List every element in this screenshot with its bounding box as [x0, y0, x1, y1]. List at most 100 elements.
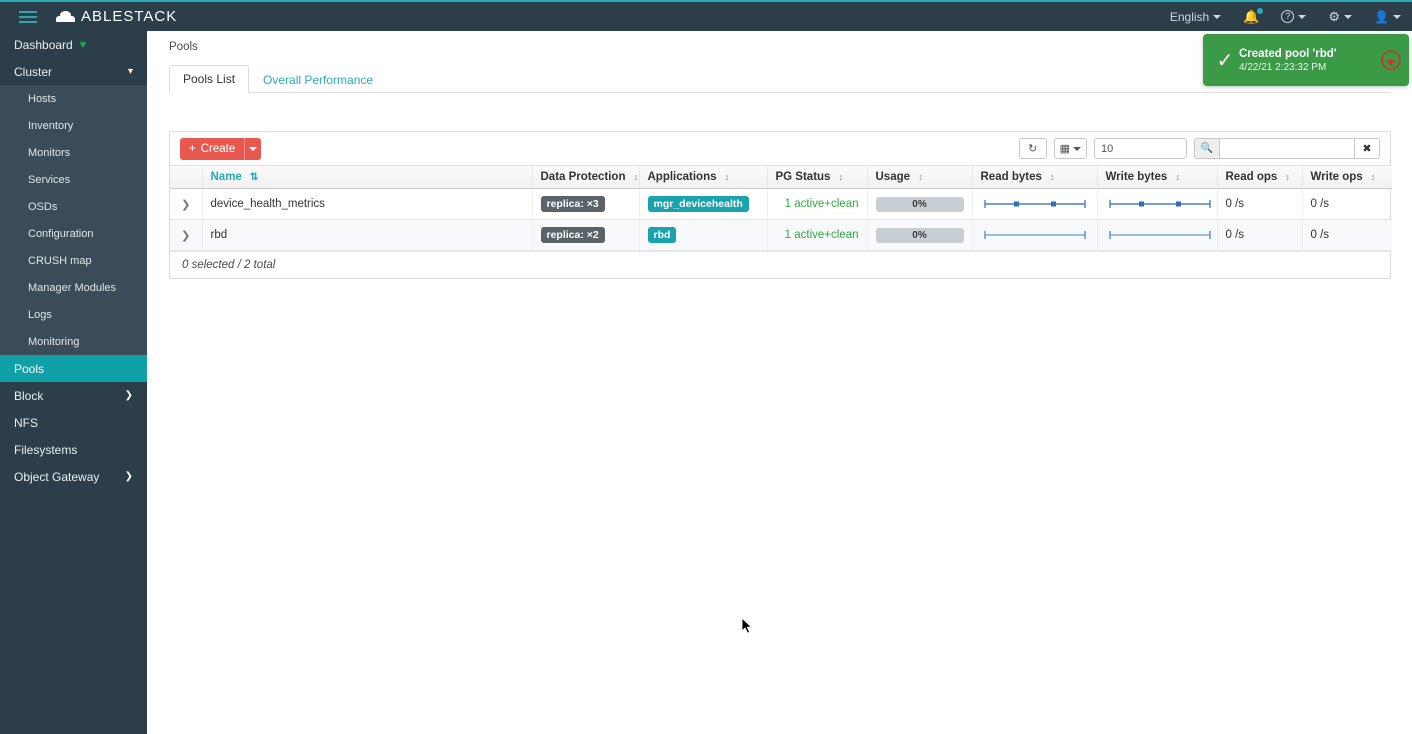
chevron-down-icon — [1213, 14, 1222, 19]
cell-name: device_health_metrics — [202, 188, 533, 220]
column-selector-button[interactable]: ▦ — [1053, 138, 1087, 159]
ceph-logo-icon — [1381, 50, 1401, 70]
usage-value: 0% — [912, 229, 927, 241]
sidebar-item-configuration[interactable]: Configuration — [0, 220, 147, 247]
col-applications-label: Applications — [647, 171, 717, 183]
page-limit-input[interactable] — [1094, 138, 1187, 159]
sidebar-item-inventory[interactable]: Inventory — [0, 112, 147, 139]
user-menu[interactable]: 👤 — [1363, 1, 1412, 32]
header-actions: English 🔔 ? ⚙ 👤 — [1159, 1, 1412, 32]
application-badge: mgr_devicehealth — [647, 196, 749, 212]
hamburger-icon[interactable] — [0, 1, 56, 32]
sidebar-item-nfs[interactable]: NFS — [0, 409, 147, 436]
sidebar-item-object-gateway[interactable]: Object Gateway ❯ — [0, 463, 147, 490]
sidebar-item-label: Pools — [14, 361, 45, 376]
col-write-ops[interactable]: Write ops ↕ — [1302, 166, 1392, 189]
row-expander-cell[interactable]: ❯ — [170, 219, 203, 251]
cell-applications: rbd — [639, 219, 768, 251]
sidebar-item-label: OSDs — [28, 200, 58, 213]
language-selector[interactable]: English — [1159, 1, 1232, 32]
cell-pg-status: 1 active+clean — [767, 219, 868, 251]
sidebar-navigation: Dashboard ♥ Cluster ▾ Hosts Inventory Mo… — [0, 31, 147, 734]
write-bytes-sparkline — [1108, 200, 1211, 208]
create-button[interactable]: + Create — [180, 137, 245, 160]
row-expander-cell[interactable]: ❯ — [170, 188, 203, 220]
cell-write-bytes — [1097, 188, 1218, 220]
table-footer-status: 0 selected / 2 total — [170, 251, 1390, 278]
cell-write-ops: 0 /s — [1302, 219, 1392, 251]
clear-search-button[interactable]: ✖ — [1354, 138, 1380, 159]
tab-pools-list[interactable]: Pools List — [169, 65, 250, 93]
cell-data-protection: replica: ×2 — [532, 219, 640, 251]
refresh-button[interactable]: ↻ — [1018, 138, 1047, 159]
chevron-down-icon — [249, 146, 258, 151]
sidebar-item-label: Dashboard — [14, 37, 73, 52]
cell-read-ops: 0 /s — [1217, 219, 1303, 251]
sidebar-item-label: Configuration — [28, 227, 94, 240]
user-icon: 👤 — [1374, 9, 1389, 24]
sidebar-item-monitoring[interactable]: Monitoring — [0, 328, 147, 355]
cell-data-protection: replica: ×3 — [532, 188, 640, 220]
sidebar-item-label: Cluster — [14, 64, 53, 79]
sidebar-item-label: Logs — [28, 308, 52, 321]
sidebar-item-label: Monitors — [28, 146, 71, 159]
sort-icon: ↕ — [633, 172, 639, 182]
search-input[interactable] — [1219, 138, 1354, 159]
chevron-right-icon[interactable]: ❯ — [181, 230, 190, 242]
sidebar-item-dashboard[interactable]: Dashboard ♥ — [0, 31, 147, 58]
sidebar-item-label: Manager Modules — [28, 281, 117, 294]
col-applications[interactable]: Applications ↕ — [639, 166, 768, 189]
col-read-ops[interactable]: Read ops ↕ — [1217, 166, 1303, 189]
table-row[interactable]: ❯ device_health_metrics replica: ×3 mgr_… — [170, 188, 1392, 220]
sidebar-item-crush-map[interactable]: CRUSH map — [0, 247, 147, 274]
sidebar-item-hosts[interactable]: Hosts — [0, 85, 147, 112]
sidebar-item-block[interactable]: Block ❯ — [0, 382, 147, 409]
help-menu[interactable]: ? — [1270, 1, 1317, 32]
cell-pg-status: 1 active+clean — [767, 188, 868, 220]
sidebar-item-monitors[interactable]: Monitors — [0, 139, 147, 166]
sidebar-item-logs[interactable]: Logs — [0, 301, 147, 328]
brand-logo: ABLESTACK — [56, 8, 177, 25]
col-data-protection-label: Data Protection — [540, 171, 626, 183]
cloud-icon — [56, 11, 75, 22]
col-name[interactable]: Name ⇅ — [202, 166, 533, 189]
sidebar-item-pools[interactable]: Pools — [0, 355, 147, 382]
read-bytes-sparkline — [983, 231, 1086, 239]
usage-progress-bar: 0% — [875, 196, 964, 212]
sort-icon: ↕ — [1285, 172, 1290, 182]
search-icon[interactable]: 🔍 — [1194, 138, 1219, 159]
toast-title: Created pool 'rbd' — [1239, 47, 1337, 60]
col-read-bytes[interactable]: Read bytes ↕ — [972, 166, 1098, 189]
toast-text-group: Created pool 'rbd' 4/22/21 2:23:32 PM — [1239, 48, 1336, 73]
col-write-bytes[interactable]: Write bytes ↕ — [1097, 166, 1218, 189]
sidebar-submenu-cluster: Hosts Inventory Monitors Services OSDs C… — [0, 85, 147, 355]
toolbar-right-group: ↻ ▦ 🔍 ✖ — [1018, 138, 1380, 159]
sort-icon: ↕ — [838, 172, 844, 182]
col-data-protection[interactable]: Data Protection ↕ — [532, 166, 640, 189]
col-pg-status[interactable]: PG Status ↕ — [767, 166, 868, 189]
notifications-button[interactable]: 🔔 — [1232, 1, 1270, 32]
tab-overall-performance[interactable]: Overall Performance — [249, 66, 387, 93]
settings-menu[interactable]: ⚙ — [1317, 1, 1363, 32]
chevron-right-icon[interactable]: ❯ — [181, 199, 190, 211]
pg-status-value: 1 active+clean — [784, 229, 859, 241]
sidebar-item-label: NFS — [14, 415, 38, 430]
chevron-right-icon: ❯ — [124, 471, 133, 482]
col-name-label: Name — [210, 171, 242, 183]
col-usage-label: Usage — [875, 171, 911, 183]
top-header-bar: ABLESTACK English 🔔 ? ⚙ 👤 — [0, 0, 1412, 31]
cell-write-bytes — [1097, 219, 1218, 251]
notification-toast[interactable]: ✓ Created pool 'rbd' 4/22/21 2:23:32 PM — [1203, 34, 1409, 86]
sidebar-item-filesystems[interactable]: Filesystems — [0, 436, 147, 463]
sidebar-item-services[interactable]: Services — [0, 166, 147, 193]
data-protection-badge: replica: ×2 — [540, 227, 605, 243]
sidebar-item-osds[interactable]: OSDs — [0, 193, 147, 220]
chevron-right-icon: ❯ — [124, 390, 133, 401]
table-row[interactable]: ❯ rbd replica: ×2 rbd 1 active+clean 0% — [170, 219, 1392, 251]
sidebar-item-manager-modules[interactable]: Manager Modules — [0, 274, 147, 301]
col-usage[interactable]: Usage ↕ — [867, 166, 973, 189]
sidebar-item-cluster[interactable]: Cluster ▾ — [0, 58, 147, 85]
create-dropdown-button[interactable] — [244, 137, 262, 160]
col-write-ops-label: Write ops — [1310, 171, 1363, 183]
col-write-bytes-label: Write bytes — [1105, 171, 1168, 183]
